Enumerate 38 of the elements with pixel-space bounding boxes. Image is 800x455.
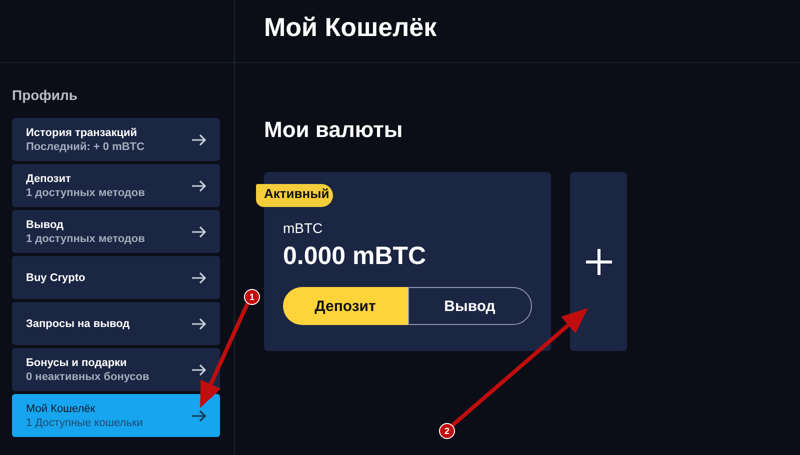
item-title: Вывод: [26, 218, 65, 230]
item-title: Запросы на вывод: [26, 318, 130, 330]
withdraw-button[interactable]: Вывод: [408, 287, 532, 325]
item-title: История транзакций: [26, 126, 138, 138]
add-wallet-button[interactable]: [570, 172, 627, 351]
arrow-right-icon: [191, 318, 207, 330]
item-subtitle: 1 доступных методов: [26, 232, 145, 244]
currency-label: mBTC: [283, 220, 324, 236]
item-subtitle: 1 Доступные кошельки: [26, 416, 143, 428]
sidebar-heading: Профиль: [12, 87, 79, 103]
arrow-right-icon: [191, 410, 207, 422]
sidebar-item[interactable]: Вывод 1 доступных методов: [12, 210, 220, 253]
item-title: Мой Кошелёк: [26, 402, 96, 414]
plus-icon: [584, 248, 612, 276]
arrow-right-icon: [191, 272, 207, 284]
arrow-right-icon: [191, 134, 207, 146]
arrow-right-icon: [191, 180, 207, 192]
sidebar-item[interactable]: История транзакций Последний: + 0 mBTC: [12, 118, 220, 161]
arrow-right-icon: [191, 364, 207, 376]
item-subtitle: 1 доступных методов: [26, 186, 145, 198]
sidebar-item[interactable]: Мой Кошелёк 1 Доступные кошельки: [12, 394, 220, 437]
annotation-number: 1: [244, 289, 260, 305]
annotation-number: 2: [439, 423, 455, 439]
section-title: Мои валюты: [264, 117, 404, 143]
arrow-right-icon: [191, 226, 207, 238]
item-title: Buy Crypto: [26, 272, 86, 284]
deposit-button[interactable]: Депозит: [283, 287, 408, 325]
item-title: Бонусы и подарки: [26, 356, 128, 368]
sidebar-item[interactable]: Запросы на вывод: [12, 302, 220, 345]
sidebar-item[interactable]: Депозит 1 доступных методов: [12, 164, 220, 207]
item-subtitle: Последний: + 0 mBTC: [26, 140, 144, 152]
item-subtitle: 0 неактивных бонусов: [26, 370, 150, 382]
sidebar-item[interactable]: Бонусы и подарки 0 неактивных бонусов: [12, 348, 220, 391]
sidebar-item[interactable]: Buy Crypto: [12, 256, 220, 299]
page-title: Мой Кошелёк: [264, 12, 438, 43]
active-badge: Активный: [256, 184, 334, 207]
item-title: Депозит: [26, 172, 72, 184]
balance-amount: 0.000 mBTC: [283, 242, 428, 271]
